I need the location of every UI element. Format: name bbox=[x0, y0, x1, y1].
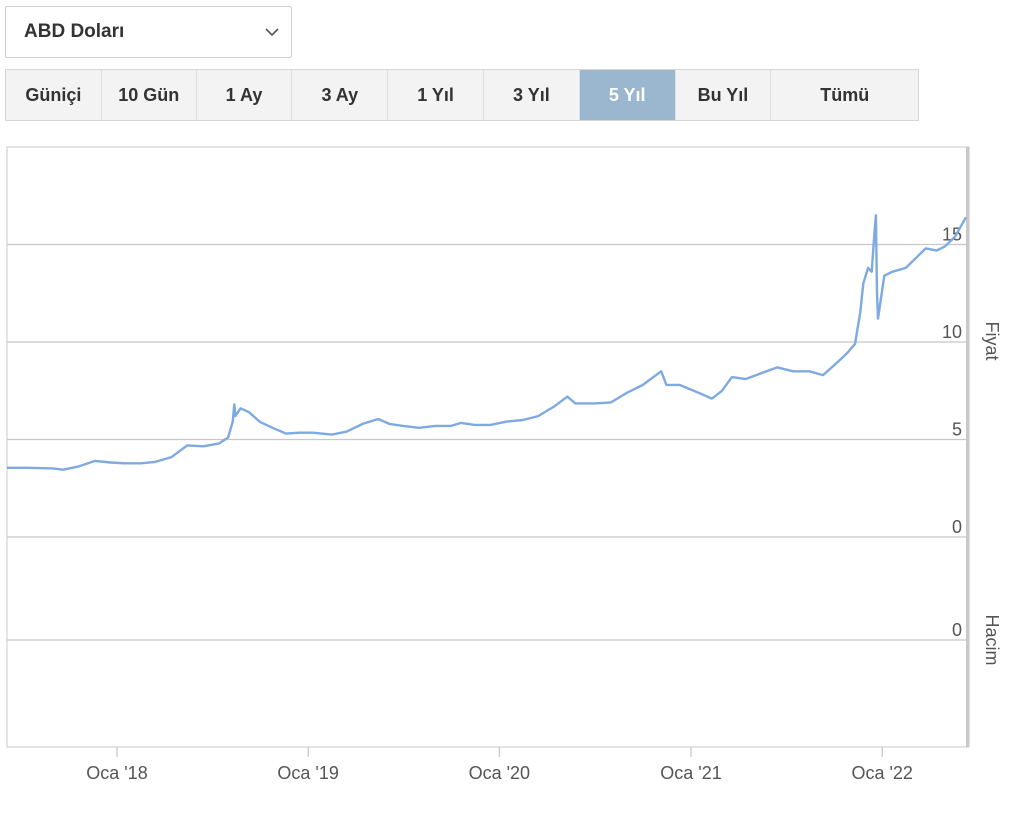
x-tick-label: Oca '18 bbox=[86, 763, 147, 783]
price-tick-label: 0 bbox=[952, 517, 962, 537]
price-tick-label: 5 bbox=[952, 420, 962, 440]
volume-axis-label: Hacim bbox=[982, 614, 1002, 665]
x-tick-label: Oca '22 bbox=[851, 763, 912, 783]
price-tick-label: 10 bbox=[942, 322, 962, 342]
price-axis-label: Fiyat bbox=[982, 321, 1002, 360]
price-chart: 0510150 Oca '18 Oca '19 Oca '20 Oca '21 Oca … bbox=[6, 146, 1002, 783]
volume-tick-label: 0 bbox=[952, 620, 962, 640]
x-tick-label: Oca '20 bbox=[469, 763, 530, 783]
chart-right-border bbox=[966, 147, 969, 747]
x-tick-label: Oca '21 bbox=[660, 763, 721, 783]
chart-plot-frame bbox=[6, 146, 970, 748]
x-tick-label: Oca '19 bbox=[277, 763, 338, 783]
